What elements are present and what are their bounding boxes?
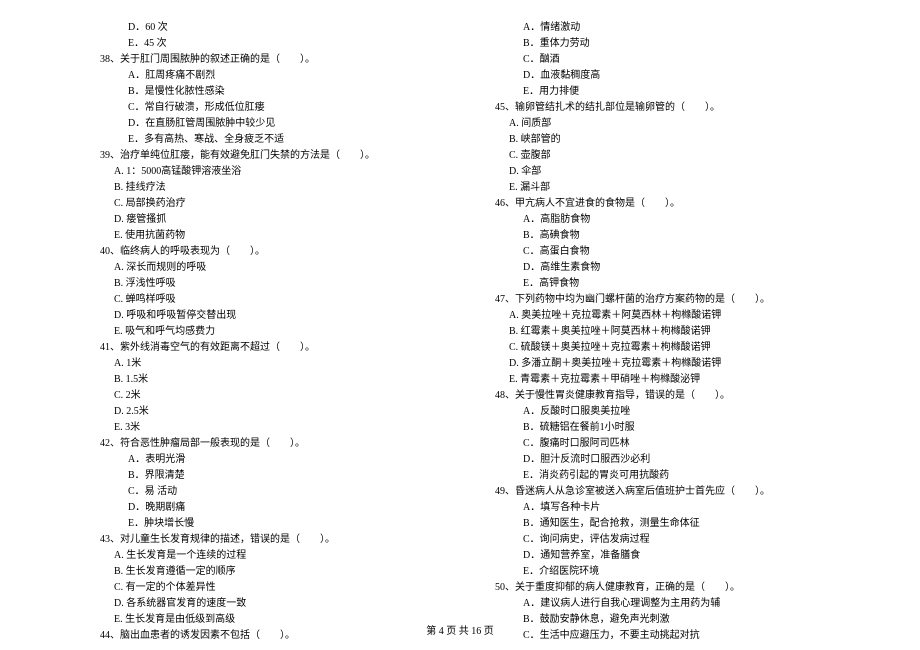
option-line: B．重体力劳动 <box>495 36 860 52</box>
option-line: B. 红霉素＋奥美拉唑＋阿莫西林＋枸橼酸诺钾 <box>495 324 860 340</box>
page-content: D．60 次E．45 次38、关于肛门周围脓肿的叙述正确的是（ ）。A．肛周疼痛… <box>0 0 920 644</box>
option-line: C．易 活动 <box>100 484 465 500</box>
right-column: A．情绪激动B．重体力劳动C．酗酒D．血液黏稠度高E．用力排便45、输卵管结扎术… <box>485 20 860 644</box>
option-line: E. 吸气和呼气均感费力 <box>100 324 465 340</box>
option-line: E. 使用抗菌药物 <box>100 228 465 244</box>
option-line: A. 1：5000高锰酸钾溶液坐浴 <box>100 164 465 180</box>
option-line: C. 2米 <box>100 388 465 404</box>
option-line: B. 挂线疗法 <box>100 180 465 196</box>
option-line: C. 硫酸镁＋奥美拉唑＋克拉霉素＋枸橼酸诺钾 <box>495 340 860 356</box>
question-line: 50、关于重度抑郁的病人健康教育，正确的是（ ）。 <box>495 580 860 596</box>
option-line: A．表明光滑 <box>100 452 465 468</box>
option-line: E．介绍医院环境 <box>495 564 860 580</box>
question-line: 46、甲亢病人不宜进食的食物是（ ）。 <box>495 196 860 212</box>
option-line: D. 多潘立酮＋奥美拉唑＋克拉霉素＋枸橼酸诺钾 <box>495 356 860 372</box>
option-line: A. 深长而规则的呼吸 <box>100 260 465 276</box>
option-line: B．高碘食物 <box>495 228 860 244</box>
option-line: D．高维生素食物 <box>495 260 860 276</box>
option-line: C. 局部换药治疗 <box>100 196 465 212</box>
option-line: E．消炎药引起的胃炎可用抗酸药 <box>495 468 860 484</box>
option-line: D．通知营养室，准备膳食 <box>495 548 860 564</box>
option-line: B．界限清楚 <box>100 468 465 484</box>
option-line: E. 3米 <box>100 420 465 436</box>
option-line: E. 漏斗部 <box>495 180 860 196</box>
page-footer: 第 4 页 共 16 页 <box>0 624 920 640</box>
option-line: E．肿块增长慢 <box>100 516 465 532</box>
option-line: D．在直肠肛管周围脓肿中较少见 <box>100 116 465 132</box>
option-line: A．情绪激动 <box>495 20 860 36</box>
question-line: 48、关于慢性胃炎健康教育指导，错误的是（ ）。 <box>495 388 860 404</box>
option-line: B．通知医生，配合抢救，测量生命体征 <box>495 516 860 532</box>
option-line: E．用力排便 <box>495 84 860 100</box>
option-line: A. 奥美拉唑＋克拉霉素＋阿莫西林＋枸橼酸诺钾 <box>495 308 860 324</box>
option-line: A．建议病人进行自我心理调整为主用药为辅 <box>495 596 860 612</box>
option-line: D. 瘘管搔抓 <box>100 212 465 228</box>
option-line: D. 呼吸和呼吸暂停交替出现 <box>100 308 465 324</box>
option-line: D．晚期剧痛 <box>100 500 465 516</box>
option-line: D. 伞部 <box>495 164 860 180</box>
question-line: 41、紫外线消毒空气的有效距离不超过（ ）。 <box>100 340 465 356</box>
option-line: B. 1.5米 <box>100 372 465 388</box>
question-line: 45、输卵管结扎术的结扎部位是输卵管的（ ）。 <box>495 100 860 116</box>
option-line: A．肛周疼痛不剧烈 <box>100 68 465 84</box>
option-line: A. 1米 <box>100 356 465 372</box>
option-line: E．多有高热、寒战、全身疲乏不适 <box>100 132 465 148</box>
option-line: B. 浮浅性呼吸 <box>100 276 465 292</box>
option-line: C．腹痛时口服阿司匹林 <box>495 436 860 452</box>
question-line: 40、临终病人的呼吸表现为（ ）。 <box>100 244 465 260</box>
option-line: A．高脂肪食物 <box>495 212 860 228</box>
option-line: B．是慢性化脓性感染 <box>100 84 465 100</box>
question-line: 43、对儿童生长发育规律的描述，错误的是（ ）。 <box>100 532 465 548</box>
option-line: B. 生长发育遵循一定的顺序 <box>100 564 465 580</box>
option-line: C. 壶腹部 <box>495 148 860 164</box>
option-line: B. 峡部管的 <box>495 132 860 148</box>
option-line: D. 各系统器官发育的速度一致 <box>100 596 465 612</box>
option-line: D. 2.5米 <box>100 404 465 420</box>
option-line: A. 间质部 <box>495 116 860 132</box>
option-line: C．常自行破溃，形成低位肛瘘 <box>100 100 465 116</box>
option-line: C. 蝉鸣样呼吸 <box>100 292 465 308</box>
option-line: C．酗酒 <box>495 52 860 68</box>
option-line: E．高钾食物 <box>495 276 860 292</box>
option-line: D．血液黏稠度高 <box>495 68 860 84</box>
question-line: 47、下列药物中均为幽门螺杆菌的治疗方案药物的是（ ）。 <box>495 292 860 308</box>
option-line: A．填写各种卡片 <box>495 500 860 516</box>
option-line: C．询问病史，评估发病过程 <box>495 532 860 548</box>
question-line: 39、治疗单纯位肛瘘，能有效避免肛门失禁的方法是（ ）。 <box>100 148 465 164</box>
option-line: C．高蛋白食物 <box>495 244 860 260</box>
option-line: E. 青霉素＋克拉霉素＋甲硝唑＋枸橼酸泌钾 <box>495 372 860 388</box>
question-line: 49、昏迷病人从急诊室被送入病室后值班护士首先应（ ）。 <box>495 484 860 500</box>
option-line: E．45 次 <box>100 36 465 52</box>
left-column: D．60 次E．45 次38、关于肛门周围脓肿的叙述正确的是（ ）。A．肛周疼痛… <box>100 20 485 644</box>
option-line: B．硫糖铝在餐前1小时服 <box>495 420 860 436</box>
option-line: A. 生长发育是一个连续的过程 <box>100 548 465 564</box>
option-line: A．反酸时口服奥美拉唑 <box>495 404 860 420</box>
option-line: C. 有一定的个体差异性 <box>100 580 465 596</box>
question-line: 38、关于肛门周围脓肿的叙述正确的是（ ）。 <box>100 52 465 68</box>
option-line: D．60 次 <box>100 20 465 36</box>
option-line: D．胆汁反流时口服西沙必利 <box>495 452 860 468</box>
question-line: 42、符合恶性肿瘤局部一般表现的是（ ）。 <box>100 436 465 452</box>
